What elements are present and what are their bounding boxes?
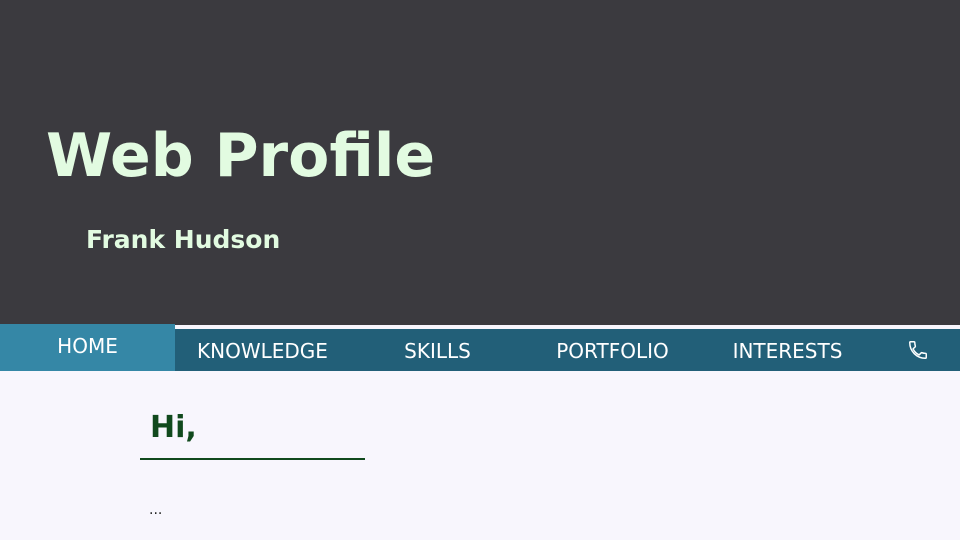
nav-item-contact[interactable] xyxy=(875,329,960,371)
nav-item-interests[interactable]: INTERESTS xyxy=(700,329,875,371)
nav-item-portfolio[interactable]: PORTFOLIO xyxy=(525,329,700,371)
heading-underline xyxy=(140,458,365,460)
main-navbar: HOME KNOWLEDGE SKILLS PORTFOLIO INTEREST… xyxy=(0,324,960,371)
main-content xyxy=(0,371,960,540)
nav-item-skills[interactable]: SKILLS xyxy=(350,329,525,371)
nav-item-home[interactable]: HOME xyxy=(0,324,175,371)
site-title: Web Profile xyxy=(46,121,436,191)
nav-item-knowledge[interactable]: KNOWLEDGE xyxy=(175,329,350,371)
page-header: Web Profile Frank Hudson xyxy=(0,0,960,325)
greeting-heading: Hi, xyxy=(150,410,197,445)
intro-text: ... xyxy=(149,502,163,518)
phone-icon xyxy=(909,341,927,359)
site-subtitle: Frank Hudson xyxy=(86,225,281,254)
